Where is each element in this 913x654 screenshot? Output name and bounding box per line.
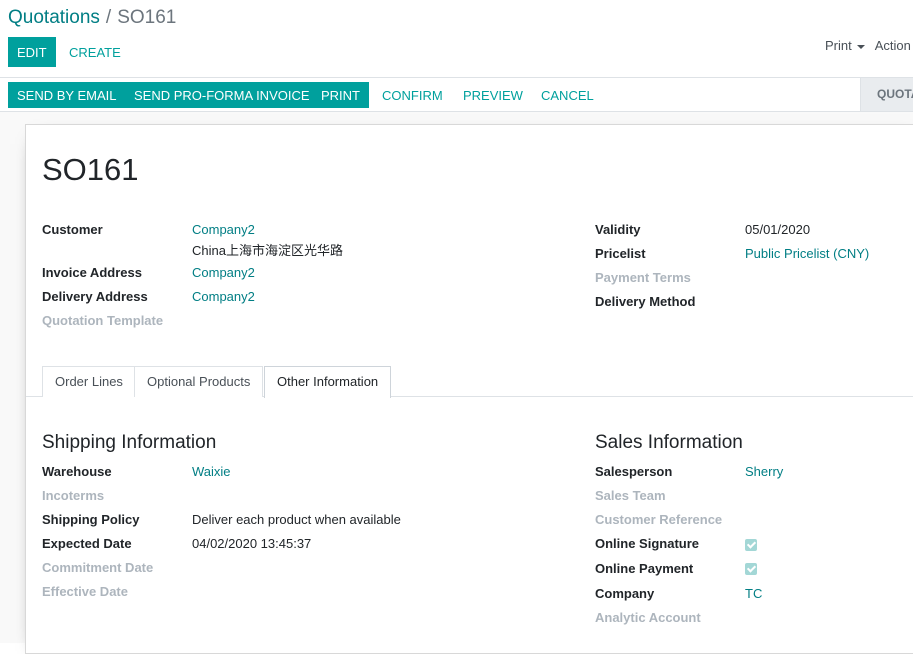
- customer-label: Customer: [42, 222, 103, 237]
- warehouse-label: Warehouse: [42, 464, 112, 479]
- quotation-template-label: Quotation Template: [42, 313, 164, 328]
- tab-order-lines[interactable]: Order Lines: [42, 366, 136, 397]
- edit-button[interactable]: EDIT: [8, 37, 56, 67]
- customer-reference-label: Customer Reference: [595, 512, 723, 527]
- salesperson-label: Salesperson: [595, 464, 673, 479]
- order-title: SO161: [42, 152, 139, 187]
- breadcrumb-quotations-link[interactable]: Quotations: [8, 7, 100, 28]
- effective-date-label: Effective Date: [42, 584, 128, 599]
- send-proforma-invoice-button[interactable]: SEND PRO-FORMA INVOICE: [125, 82, 319, 108]
- online-payment-label: Online Payment: [595, 561, 694, 576]
- action-dropdown[interactable]: Action: [875, 38, 911, 53]
- validity-label: Validity: [595, 222, 641, 237]
- expected-date-label: Expected Date: [42, 536, 132, 551]
- status-stage-quotation[interactable]: QUOTATION: [860, 78, 913, 111]
- pricelist-link[interactable]: Public Pricelist (CNY): [745, 246, 869, 261]
- warehouse-link[interactable]: Waixie: [192, 464, 231, 479]
- delivery-method-label: Delivery Method: [595, 294, 696, 309]
- breadcrumb-current: SO161: [117, 7, 177, 28]
- salesperson-link[interactable]: Sherry: [745, 464, 783, 479]
- online-signature-checkbox[interactable]: [745, 539, 757, 551]
- tab-optional-products[interactable]: Optional Products: [134, 366, 264, 397]
- shipping-policy-value: Deliver each product when available: [192, 512, 401, 527]
- sidebar-actions: Print Action: [825, 38, 911, 53]
- expected-date-value: 04/02/2020 13:45:37: [192, 536, 312, 551]
- print-dropdown[interactable]: Print: [825, 38, 875, 53]
- control-panel: Quotations / SO161 EDIT CREATE Print Action: [0, 0, 913, 78]
- online-signature-label: Online Signature: [595, 536, 700, 551]
- invoice-address-label: Invoice Address: [42, 265, 142, 280]
- cancel-button[interactable]: CANCEL: [532, 82, 603, 108]
- send-by-email-button[interactable]: SEND BY EMAIL: [8, 82, 126, 108]
- delivery-address-label: Delivery Address: [42, 289, 148, 304]
- create-button[interactable]: CREATE: [60, 37, 130, 67]
- shipping-information-title: Shipping Information: [42, 432, 217, 453]
- shipping-policy-label: Shipping Policy: [42, 512, 140, 527]
- confirm-button[interactable]: CONFIRM: [373, 82, 452, 108]
- incoterms-label: Incoterms: [42, 488, 105, 503]
- tab-other-information[interactable]: Other Information: [264, 366, 392, 398]
- form-statusbar: SEND BY EMAIL SEND PRO-FORMA INVOICE PRI…: [0, 78, 913, 112]
- customer-address: China上海市海淀区光华路: [192, 243, 343, 258]
- company-link[interactable]: TC: [745, 586, 762, 601]
- commitment-date-label: Commitment Date: [42, 560, 154, 575]
- caret-down-icon: [856, 44, 865, 49]
- sales-information-title: Sales Information: [595, 432, 743, 453]
- company-label: Company: [595, 586, 655, 601]
- customer-link[interactable]: Company2: [192, 222, 255, 237]
- pricelist-label: Pricelist: [595, 246, 646, 261]
- print-button[interactable]: PRINT: [312, 82, 369, 108]
- validity-value: 05/01/2020: [745, 222, 811, 237]
- analytic-account-label: Analytic Account: [595, 610, 701, 625]
- print-dropdown-label: Print: [825, 38, 852, 53]
- sales-team-label: Sales Team: [595, 488, 666, 503]
- breadcrumb-separator: /: [105, 7, 112, 28]
- breadcrumb: Quotations / SO161: [8, 7, 176, 29]
- payment-terms-label: Payment Terms: [595, 270, 691, 285]
- preview-button[interactable]: PREVIEW: [454, 82, 532, 108]
- online-payment-checkbox[interactable]: [745, 563, 757, 575]
- invoice-address-link[interactable]: Company2: [192, 265, 255, 280]
- delivery-address-link[interactable]: Company2: [192, 289, 255, 304]
